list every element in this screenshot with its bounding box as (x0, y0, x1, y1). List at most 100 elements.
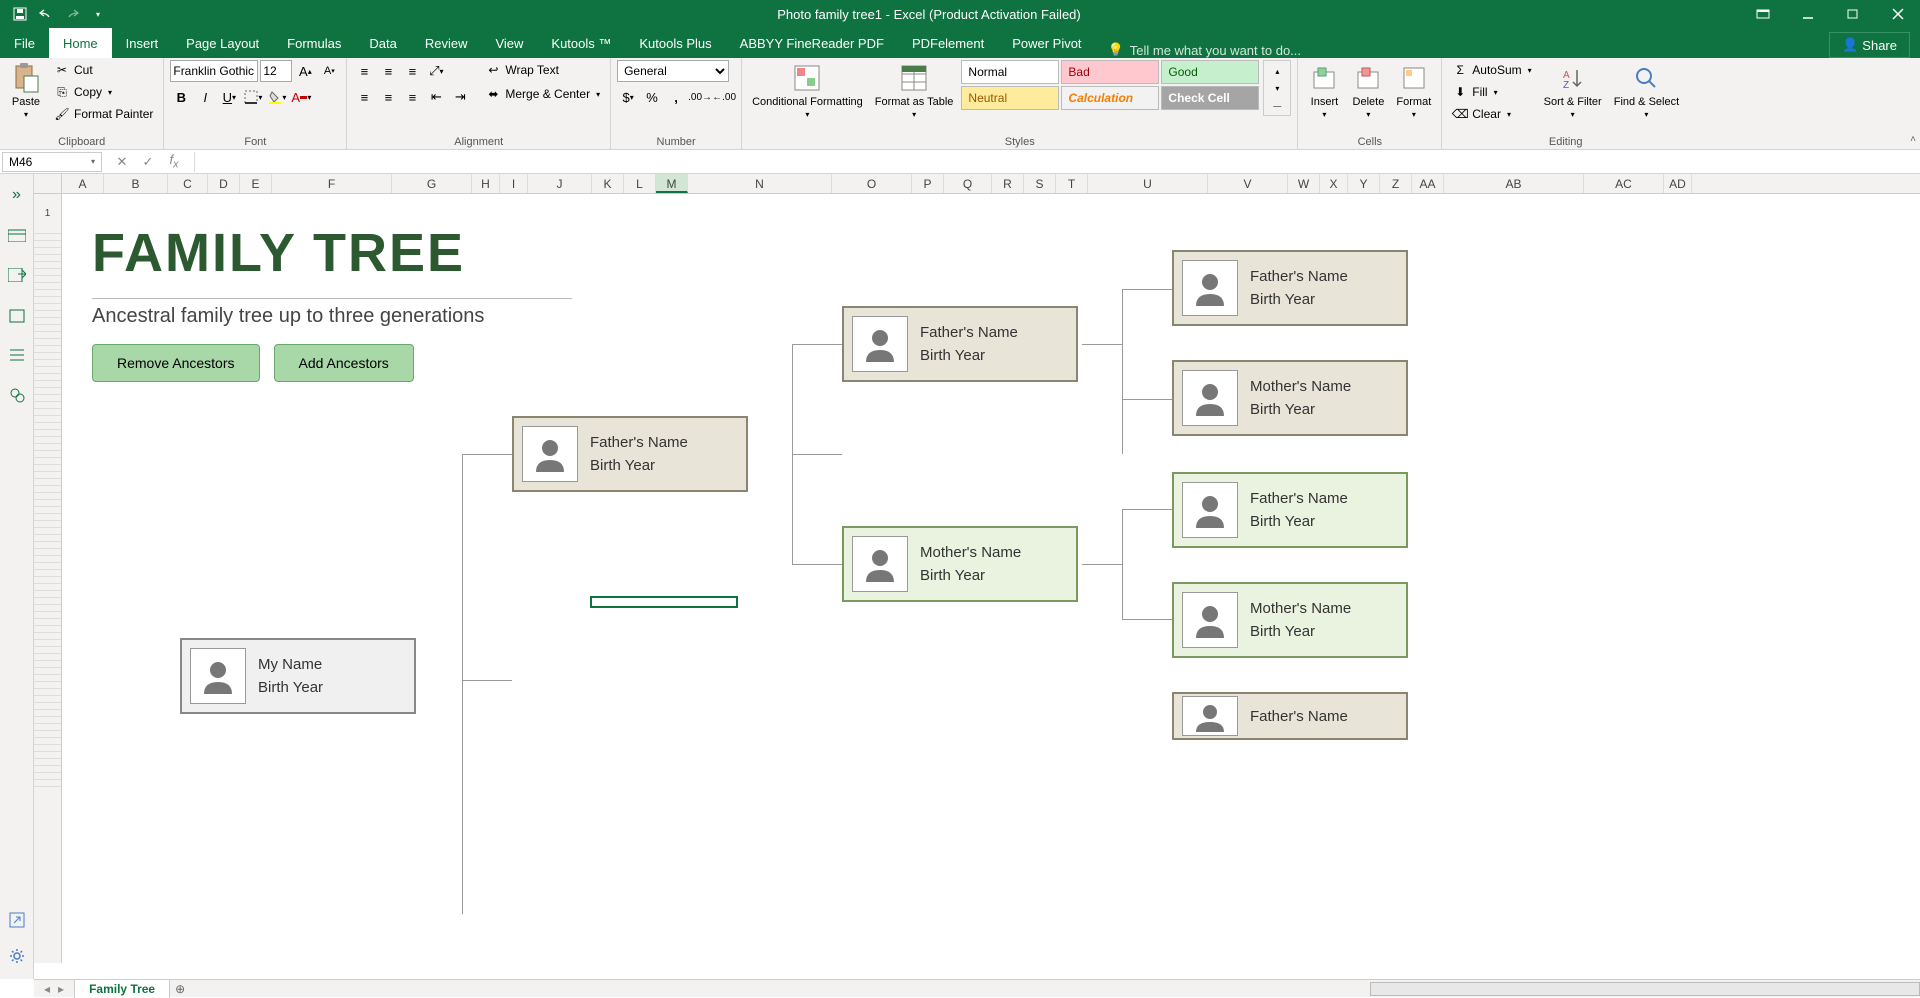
align-center-icon[interactable]: ≡ (377, 86, 399, 108)
row-header-68[interactable] (34, 696, 61, 703)
row-header-3[interactable] (34, 241, 61, 248)
col-header-H[interactable]: H (472, 174, 500, 193)
tab-review[interactable]: Review (411, 28, 482, 58)
conditional-formatting-button[interactable]: Conditional Formatting▾ (748, 60, 867, 121)
row-header-38[interactable] (34, 486, 61, 493)
col-header-K[interactable]: K (592, 174, 624, 193)
col-header-L[interactable]: L (624, 174, 656, 193)
col-header-I[interactable]: I (500, 174, 528, 193)
col-header-Q[interactable]: Q (944, 174, 992, 193)
row-header-45[interactable] (34, 535, 61, 542)
row-header-11[interactable] (34, 297, 61, 304)
person-card-gen3-5[interactable]: Father's Name (1172, 692, 1408, 740)
person-card-gen3-3[interactable]: Father's NameBirth Year (1172, 472, 1408, 548)
row-header-47[interactable] (34, 549, 61, 556)
person-card-gen3-4[interactable]: Mother's NameBirth Year (1172, 582, 1408, 658)
style-bad[interactable]: Bad (1061, 60, 1159, 84)
row-header-69[interactable] (34, 703, 61, 710)
row-header-51[interactable] (34, 577, 61, 584)
row-headers[interactable]: 1 (34, 194, 62, 963)
tab-kutools-plus[interactable]: Kutools Plus (625, 28, 725, 58)
row-header-55[interactable] (34, 605, 61, 612)
row-header-2[interactable] (34, 234, 61, 241)
row-header-80[interactable] (34, 780, 61, 787)
row-header-62[interactable] (34, 654, 61, 661)
column-headers[interactable]: ABCDEFGHIJKLMNOPQRSTUVWXYZAAABACAD (34, 174, 1920, 194)
row-header-6[interactable] (34, 262, 61, 269)
find-select-button[interactable]: Find & Select▾ (1610, 60, 1683, 121)
row-header-14[interactable] (34, 318, 61, 325)
row-header-63[interactable] (34, 661, 61, 668)
row-header-76[interactable] (34, 752, 61, 759)
row-header-13[interactable] (34, 311, 61, 318)
person-card-gen3-2[interactable]: Mother's NameBirth Year (1172, 360, 1408, 436)
col-header-D[interactable]: D (208, 174, 240, 193)
tab-insert[interactable]: Insert (112, 28, 173, 58)
row-header-10[interactable] (34, 290, 61, 297)
row-header-56[interactable] (34, 612, 61, 619)
row-header-5[interactable] (34, 255, 61, 262)
person-card-me[interactable]: My NameBirth Year (180, 638, 416, 714)
sheet-nav-prev-icon[interactable]: ◂ (44, 982, 50, 996)
row-header-1[interactable]: 1 (34, 194, 61, 234)
accounting-icon[interactable]: $▾ (617, 86, 639, 108)
tab-pdfelement[interactable]: PDFelement (898, 28, 998, 58)
row-header-60[interactable] (34, 640, 61, 647)
bold-button[interactable]: B (170, 86, 192, 108)
horizontal-scrollbar[interactable] (1370, 982, 1920, 996)
delete-cells-button[interactable]: Delete▾ (1348, 60, 1388, 121)
person-card-father-gen2a[interactable]: Father's NameBirth Year (842, 306, 1078, 382)
row-header-7[interactable] (34, 269, 61, 276)
align-left-icon[interactable]: ≡ (353, 86, 375, 108)
row-header-71[interactable] (34, 717, 61, 724)
style-up-icon[interactable]: ▴ (1266, 63, 1288, 79)
increase-font-icon[interactable]: A▴ (294, 60, 316, 82)
row-header-23[interactable] (34, 381, 61, 388)
style-neutral[interactable]: Neutral (961, 86, 1059, 110)
person-card-gen3-1[interactable]: Father's NameBirth Year (1172, 250, 1408, 326)
row-header-66[interactable] (34, 682, 61, 689)
spreadsheet-grid[interactable]: ABCDEFGHIJKLMNOPQRSTUVWXYZAAABACAD 1 FAM… (34, 174, 1920, 979)
person-card-father-gen1[interactable]: Father's NameBirth Year (512, 416, 748, 492)
col-header-AD[interactable]: AD (1664, 174, 1692, 193)
tab-power-pivot[interactable]: Power Pivot (998, 28, 1095, 58)
redo-icon[interactable] (60, 2, 84, 26)
col-header-U[interactable]: U (1088, 174, 1208, 193)
fill-button[interactable]: ⬇Fill▾ (1448, 82, 1535, 102)
insert-cells-button[interactable]: Insert▾ (1304, 60, 1344, 121)
row-header-61[interactable] (34, 647, 61, 654)
select-all-corner[interactable] (34, 174, 62, 193)
row-header-20[interactable] (34, 360, 61, 367)
copy-button[interactable]: ⎘Copy▾ (50, 82, 157, 102)
row-header-33[interactable] (34, 451, 61, 458)
tab-file[interactable]: File (0, 28, 49, 58)
sort-filter-button[interactable]: AZSort & Filter▾ (1540, 60, 1606, 121)
col-header-V[interactable]: V (1208, 174, 1288, 193)
align-right-icon[interactable]: ≡ (401, 86, 423, 108)
col-header-E[interactable]: E (240, 174, 272, 193)
active-cell[interactable] (590, 596, 738, 608)
col-header-A[interactable]: A (62, 174, 104, 193)
number-format-combo[interactable]: General (617, 60, 729, 82)
row-header-42[interactable] (34, 514, 61, 521)
tab-data[interactable]: Data (355, 28, 410, 58)
find-replace-icon[interactable] (4, 382, 30, 408)
row-header-65[interactable] (34, 675, 61, 682)
close-icon[interactable] (1875, 0, 1920, 28)
format-as-table-button[interactable]: Format as Table▾ (871, 60, 958, 121)
row-header-48[interactable] (34, 556, 61, 563)
merge-center-button[interactable]: ⬌Merge & Center▾ (481, 84, 604, 104)
row-header-72[interactable] (34, 724, 61, 731)
row-header-41[interactable] (34, 507, 61, 514)
formula-input[interactable] (195, 152, 1920, 172)
format-cells-button[interactable]: Format▾ (1392, 60, 1435, 121)
sheet-canvas[interactable]: FAMILY TREE Ancestral family tree up to … (62, 194, 1908, 963)
row-header-4[interactable] (34, 248, 61, 255)
underline-button[interactable]: U▾ (218, 86, 240, 108)
percent-icon[interactable]: % (641, 86, 663, 108)
format-painter-button[interactable]: 🖌Format Painter (50, 104, 157, 124)
collapse-ribbon-icon[interactable]: ˄ (1910, 134, 1916, 145)
italic-button[interactable]: I (194, 86, 216, 108)
row-header-26[interactable] (34, 402, 61, 409)
row-header-12[interactable] (34, 304, 61, 311)
